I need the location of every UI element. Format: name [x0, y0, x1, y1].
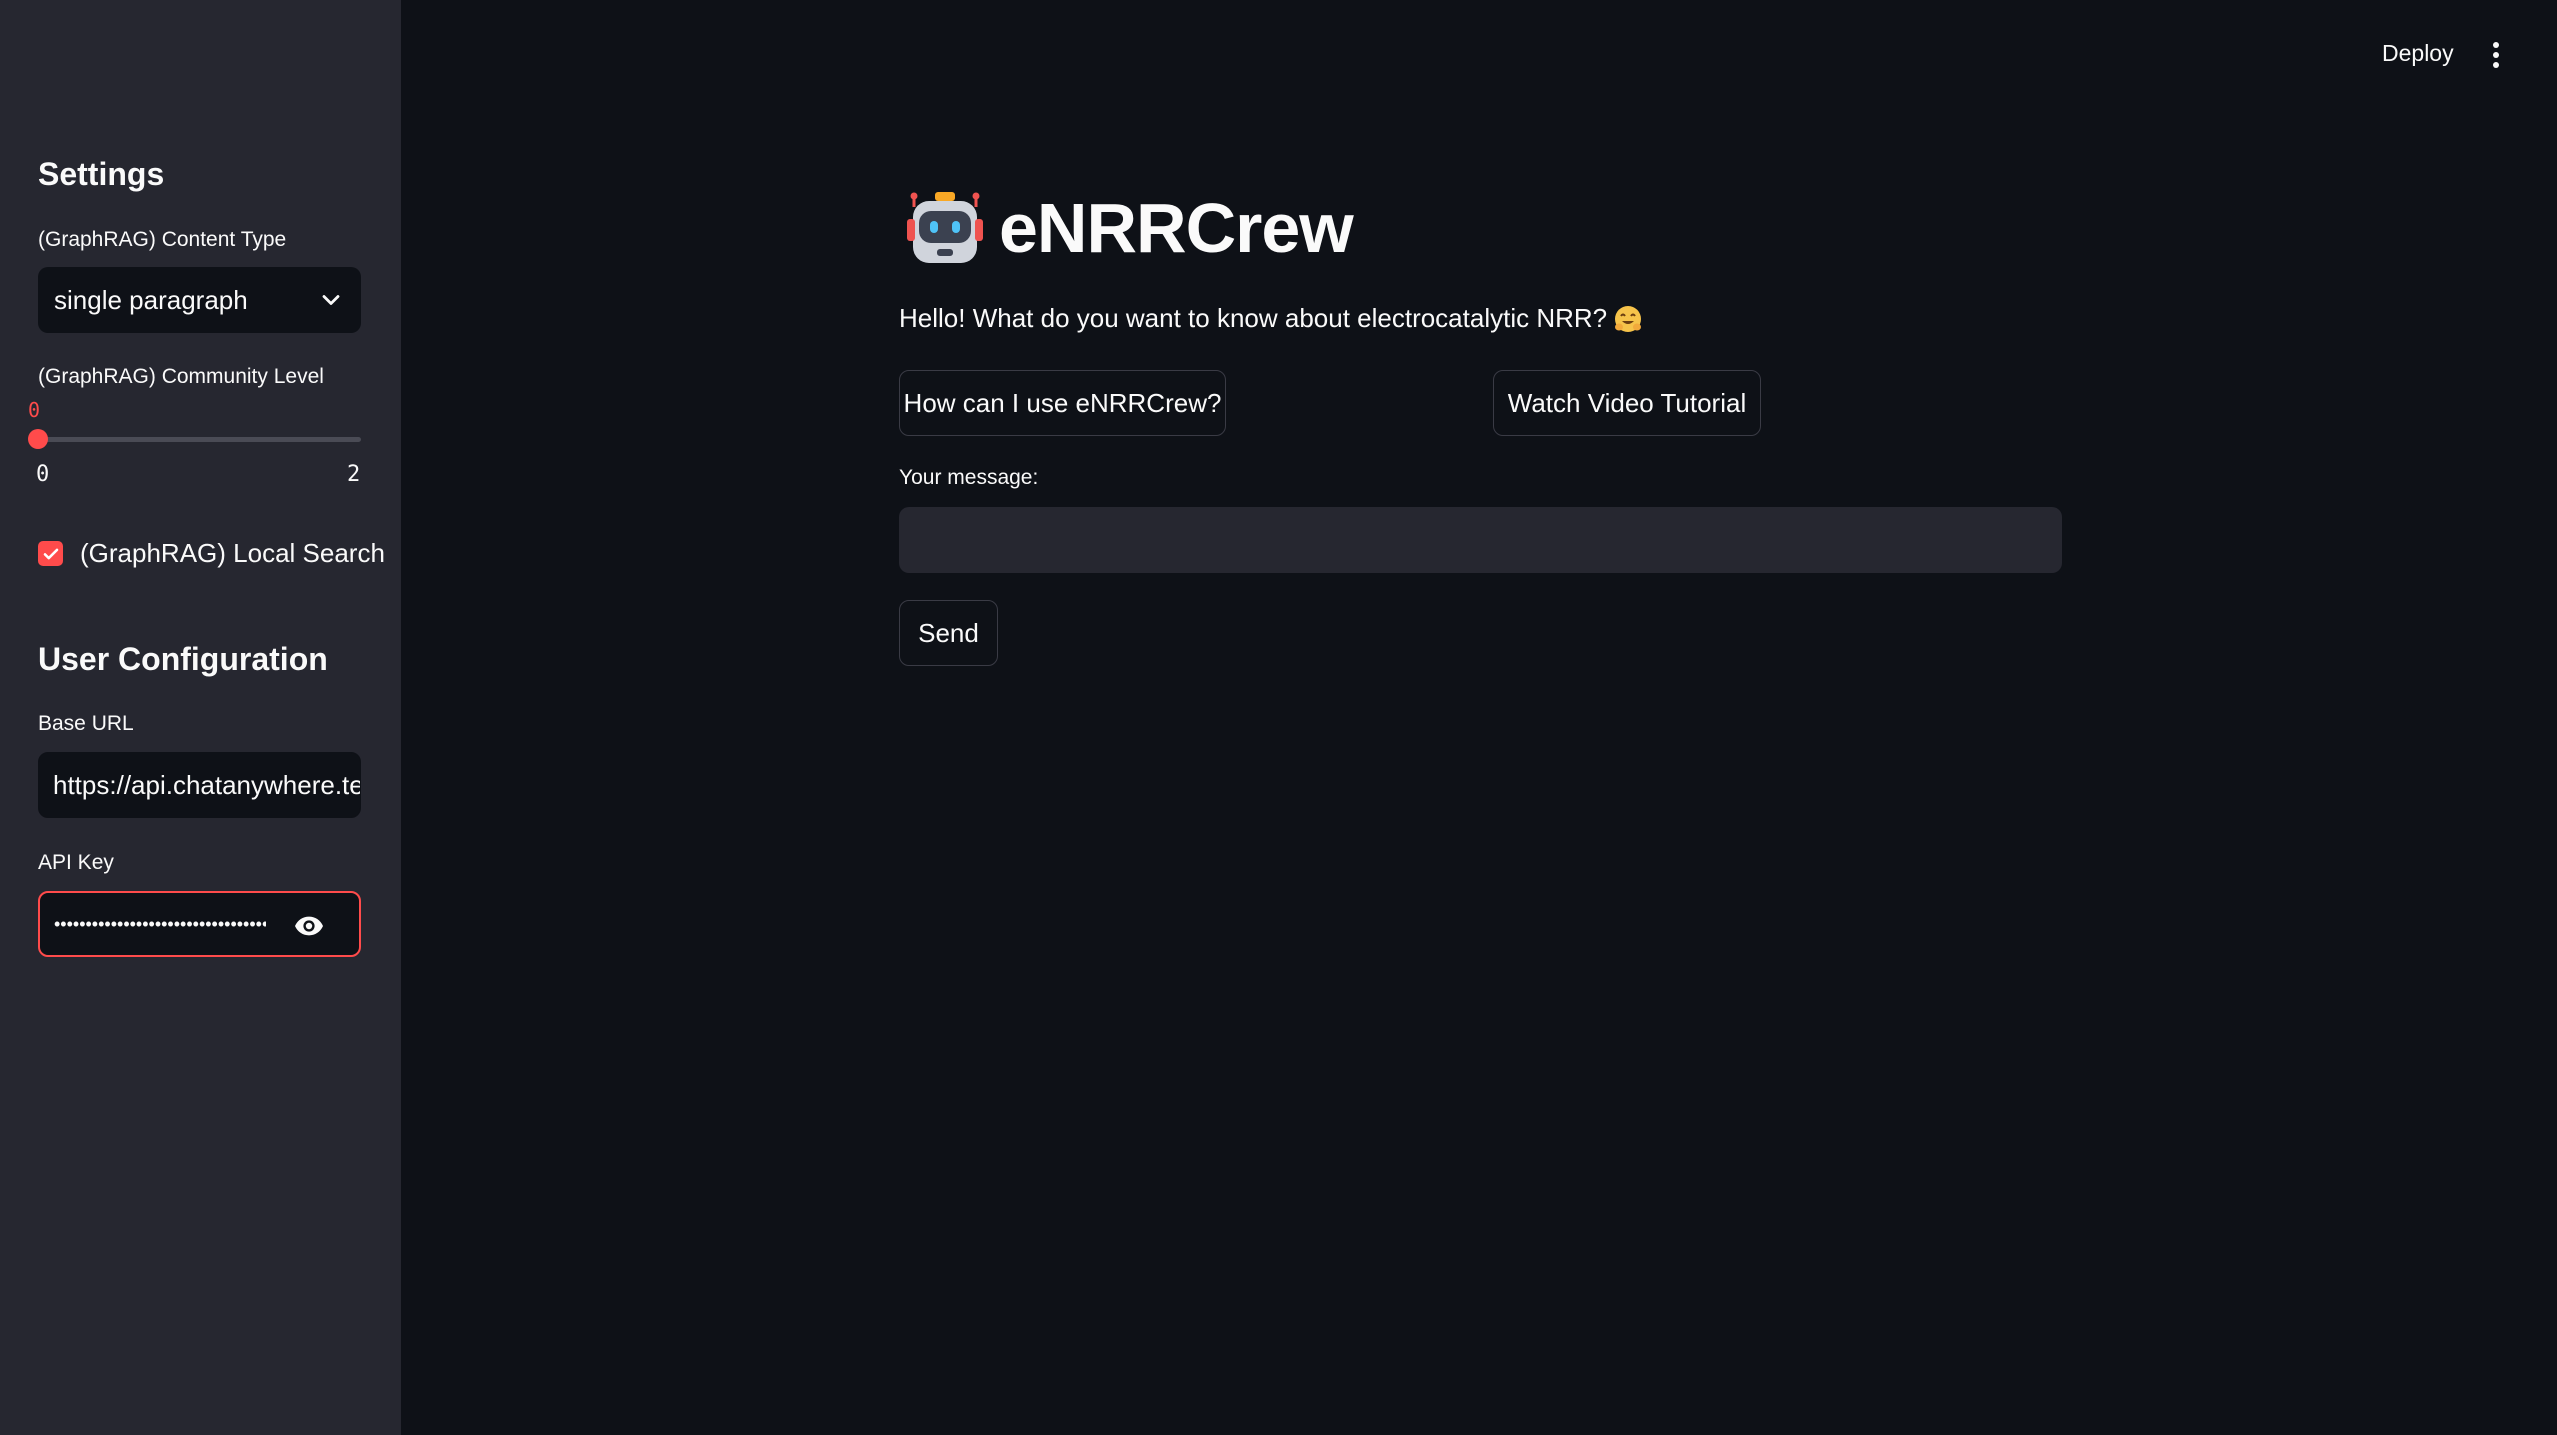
community-level-label: (GraphRAG) Community Level	[38, 365, 324, 388]
watch-video-tutorial-button[interactable]: Watch Video Tutorial	[1493, 370, 1761, 436]
slider-max-label: 2	[347, 462, 361, 487]
page-title-row: eNRRCrew	[907, 188, 1354, 268]
local-search-label: (GraphRAG) Local Search	[80, 538, 385, 568]
greeting-text: Hello! What do you want to know about el…	[899, 303, 1608, 333]
greeting-text-row: Hello! What do you want to know about el…	[899, 303, 1643, 334]
page-title: eNRRCrew	[999, 189, 1354, 267]
sidebar: Settings (GraphRAG) Content Type single …	[0, 0, 401, 1435]
community-level-slider-track[interactable]	[38, 437, 361, 442]
base-url-label: Base URL	[38, 712, 134, 735]
local-search-checkbox-row[interactable]: (GraphRAG) Local Search	[38, 538, 385, 569]
checkmark-icon	[43, 548, 58, 559]
slider-current-value: 0	[28, 398, 41, 422]
local-search-checkbox[interactable]	[38, 541, 63, 566]
message-label: Your message:	[899, 466, 1039, 489]
api-key-masked-value: •••••••••••••••••••••••••••••••••••••	[54, 913, 266, 934]
api-key-input[interactable]: •••••••••••••••••••••••••••••••••••••	[38, 891, 361, 957]
settings-heading: Settings	[38, 156, 165, 192]
send-button[interactable]: Send	[899, 600, 998, 666]
eye-icon[interactable]	[293, 910, 325, 942]
slider-min-label: 0	[36, 462, 50, 487]
user-configuration-heading: User Configuration	[38, 641, 328, 677]
base-url-value: https://api.chatanywhere.tech	[53, 769, 361, 800]
content-type-label: (GraphRAG) Content Type	[38, 228, 287, 251]
how-to-use-button[interactable]: How can I use eNRRCrew?	[899, 370, 1226, 436]
community-level-slider-thumb[interactable]	[28, 429, 48, 449]
base-url-input[interactable]: https://api.chatanywhere.tech	[38, 752, 361, 818]
message-input[interactable]	[899, 507, 2062, 573]
kebab-menu-icon[interactable]	[2484, 40, 2508, 70]
deploy-button[interactable]: Deploy	[2382, 40, 2454, 67]
hugging-face-emoji-icon	[1615, 305, 1642, 332]
content-type-selected: single paragraph	[54, 284, 248, 315]
robot-icon	[907, 192, 983, 263]
content-type-select[interactable]: single paragraph	[38, 267, 361, 333]
chevron-down-icon	[322, 295, 340, 305]
api-key-label: API Key	[38, 851, 114, 874]
